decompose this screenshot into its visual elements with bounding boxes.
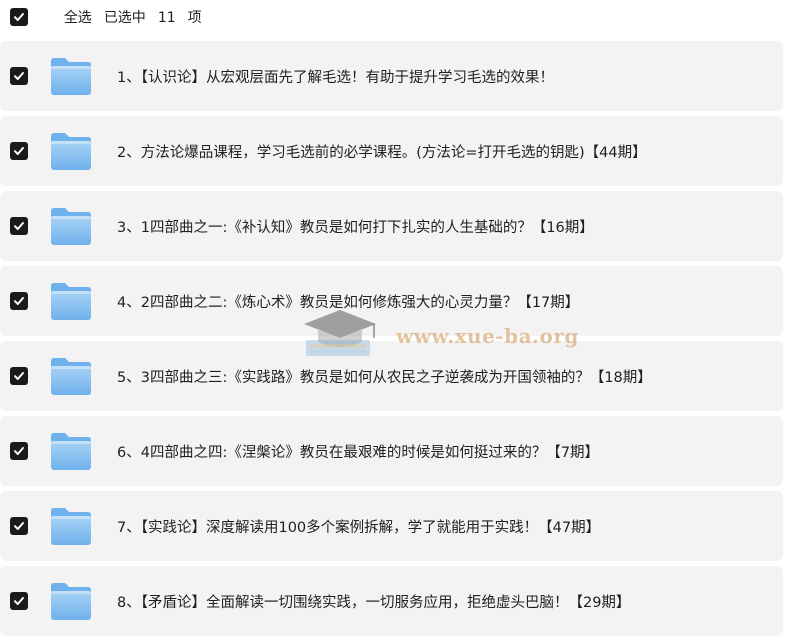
row-checkbox[interactable] xyxy=(10,67,28,85)
checkmark-icon xyxy=(14,447,24,455)
checkmark-icon xyxy=(14,522,24,530)
row-checkbox[interactable] xyxy=(10,517,28,535)
folder-row[interactable]: 1、【认识论】从宏观层面先了解毛选！有助于提升学习毛选的效果！ xyxy=(0,41,783,111)
selected-count: 11 xyxy=(157,10,176,26)
checkmark-icon xyxy=(14,147,24,155)
folder-name: 5、3四部曲之三:《实践路》教员是如何从农民之子逆袭成为开国领袖的？【18期】 xyxy=(117,369,652,386)
folder-name: 6、4四部曲之四:《涅槃论》教员在最艰难的时候是如何挺过来的？【7期】 xyxy=(117,444,600,461)
folder-row[interactable]: 5、3四部曲之三:《实践路》教员是如何从农民之子逆袭成为开国领袖的？【18期】 xyxy=(0,341,783,411)
checkmark-icon xyxy=(14,372,24,380)
folder-name: 8、【矛盾论】全面解读一切围绕实践，一切服务应用，拒绝虚头巴脑！【29期】 xyxy=(117,594,631,611)
row-checkbox[interactable] xyxy=(10,142,28,160)
folder-name: 7、【实践论】深度解读用100多个案例拆解，学了就能用于实践！【47期】 xyxy=(117,519,601,536)
folder-row[interactable]: 8、【矛盾论】全面解读一切围绕实践，一切服务应用，拒绝虚头巴脑！【29期】 xyxy=(0,566,783,636)
checkmark-icon xyxy=(14,13,24,21)
row-checkbox[interactable] xyxy=(10,442,28,460)
folder-icon xyxy=(49,279,93,323)
folder-row[interactable]: 4、2四部曲之二:《炼心术》教员是如何修炼强大的心灵力量？【17期】 xyxy=(0,266,783,336)
checkmark-icon xyxy=(14,222,24,230)
folder-name: 3、1四部曲之一:《补认知》教员是如何打下扎实的人生基础的？【16期】 xyxy=(117,219,594,236)
folder-icon xyxy=(49,54,93,98)
folder-name: 2、方法论爆品课程，学习毛选前的必学课程。(方法论=打开毛选的钥匙)【44期】 xyxy=(117,144,647,161)
folder-icon xyxy=(49,429,93,473)
checkmark-icon xyxy=(14,72,24,80)
selection-header: 全选 已选中 11 项 xyxy=(0,0,785,34)
folder-row[interactable]: 7、【实践论】深度解读用100多个案例拆解，学了就能用于实践！【47期】 xyxy=(0,491,783,561)
select-all-checkbox[interactable] xyxy=(10,8,28,26)
folder-row[interactable]: 3、1四部曲之一:《补认知》教员是如何打下扎实的人生基础的？【16期】 xyxy=(0,191,783,261)
folder-icon xyxy=(49,579,93,623)
row-checkbox[interactable] xyxy=(10,217,28,235)
select-all-label[interactable]: 全选 xyxy=(64,10,92,26)
folder-icon xyxy=(49,354,93,398)
folder-row[interactable]: 2、方法论爆品课程，学习毛选前的必学课程。(方法论=打开毛选的钥匙)【44期】 xyxy=(0,116,783,186)
folder-icon xyxy=(49,204,93,248)
row-checkbox[interactable] xyxy=(10,592,28,610)
checkmark-icon xyxy=(14,597,24,605)
folder-icon xyxy=(49,504,93,548)
row-checkbox[interactable] xyxy=(10,367,28,385)
selection-summary: 全选 已选中 11 项 xyxy=(46,0,214,43)
folder-name: 1、【认识论】从宏观层面先了解毛选！有助于提升学习毛选的效果！ xyxy=(117,69,554,86)
selected-suffix: 项 xyxy=(187,10,202,26)
selected-prefix: 已选中 xyxy=(103,10,146,26)
row-checkbox[interactable] xyxy=(10,292,28,310)
folder-name: 4、2四部曲之二:《炼心术》教员是如何修炼强大的心灵力量？【17期】 xyxy=(117,294,580,311)
checkmark-icon xyxy=(14,297,24,305)
folder-row[interactable]: 6、4四部曲之四:《涅槃论》教员在最艰难的时候是如何挺过来的？【7期】 xyxy=(0,416,783,486)
folder-icon xyxy=(49,129,93,173)
